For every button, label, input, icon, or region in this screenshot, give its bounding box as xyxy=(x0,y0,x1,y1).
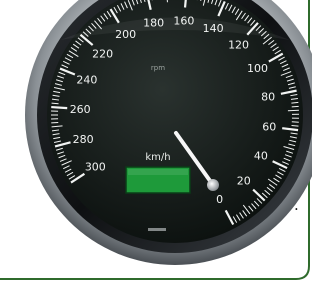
minor-tick xyxy=(291,102,298,103)
scale-label: 160 xyxy=(173,14,194,27)
unit-label: km/h xyxy=(145,152,170,163)
scale-label: 0 xyxy=(216,193,223,206)
dial-logo-slot xyxy=(148,228,166,231)
scale-label: 60 xyxy=(262,121,276,134)
dial-small-label: rpm xyxy=(151,64,165,72)
needle-hub xyxy=(207,179,219,191)
scale-label: 100 xyxy=(247,62,268,75)
scale-label: 240 xyxy=(76,73,97,86)
scale-label: 280 xyxy=(73,133,94,146)
scale-label: 40 xyxy=(254,150,268,163)
major-tick xyxy=(51,107,67,108)
scale-label: 200 xyxy=(115,28,136,41)
minor-tick xyxy=(52,103,59,104)
scale-label: 80 xyxy=(261,90,275,103)
scale-label: 300 xyxy=(85,161,106,174)
scale-label: 120 xyxy=(228,38,249,51)
scale-label: 20 xyxy=(237,175,251,188)
scale-label: 140 xyxy=(203,22,224,35)
minor-tick xyxy=(292,126,299,127)
scale-label: 180 xyxy=(143,16,164,29)
speedometer-gauge: 0 2040 60 80 100 120 140 160 180 200220 240 260 280 3… xyxy=(0,0,312,294)
scale-label: 260 xyxy=(70,103,91,116)
scale-label: 220 xyxy=(92,48,113,61)
speedometer: 0 2040 60 80 100 120 140 160 180 200220 240 260 280 3… xyxy=(0,0,312,294)
